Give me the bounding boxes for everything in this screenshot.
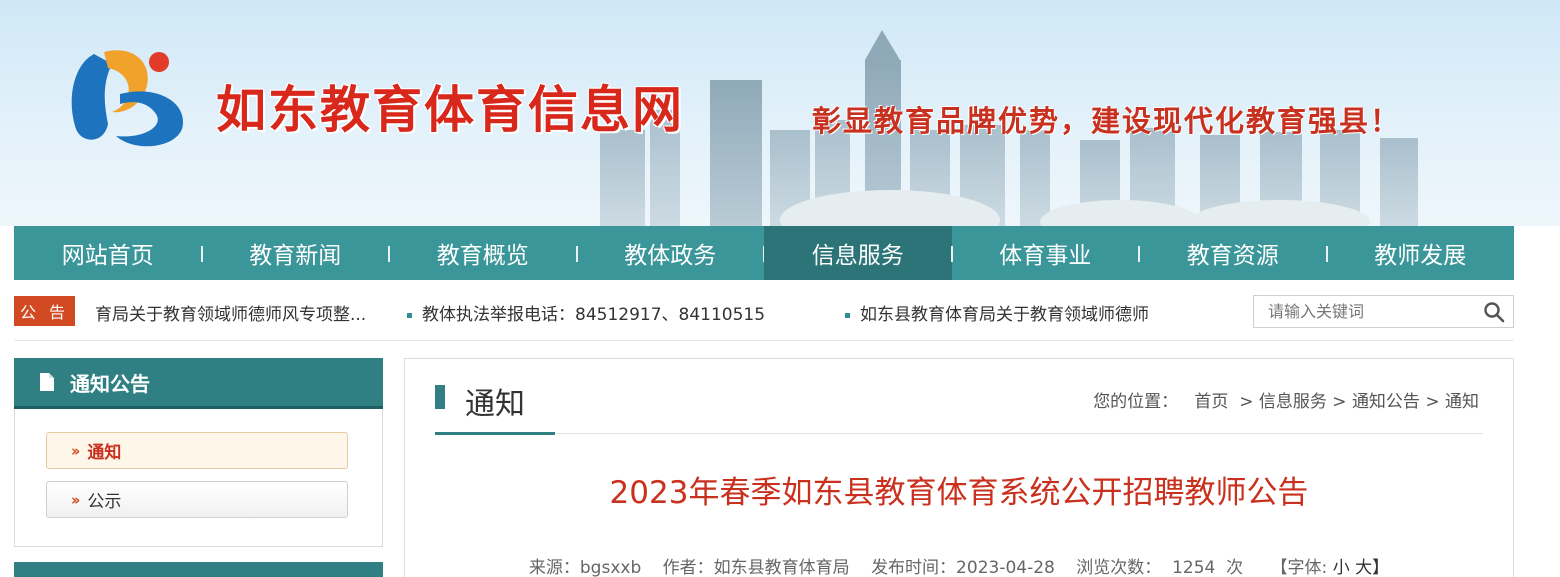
announcement-link[interactable]: 教体执法举报电话：84512917、84110515 <box>407 300 807 325</box>
header-banner: 如东教育体育信息网 彰显教育品牌优势，建设现代化教育强县！ <box>0 0 1560 226</box>
nav-item-government-affairs[interactable]: 教体政务 <box>577 226 765 280</box>
section-title: 通知 <box>465 387 525 422</box>
nav-item-label: 教师发展 <box>1374 243 1467 269</box>
nav-item-home[interactable]: 网站首页 <box>14 226 203 280</box>
font-small-button[interactable]: 小 <box>1333 558 1350 577</box>
font-large-button[interactable]: 大】 <box>1355 558 1389 577</box>
font-size-label: 【字体: <box>1270 558 1328 577</box>
article-title: 2023年春季如东县教育体育系统公开招聘教师公告 <box>609 475 1309 511</box>
breadcrumb-home[interactable]: 首页 <box>1194 392 1228 412</box>
nav-item-education-news[interactable]: 教育新闻 <box>202 226 390 280</box>
article-author: 作者：如东县教育体育局 <box>662 558 850 577</box>
sidebar-item-notice[interactable]: ›› 通知 <box>46 432 348 469</box>
sidebar-header: 通知公告 <box>14 358 383 409</box>
sidebar-second-header <box>14 562 383 577</box>
breadcrumb-current[interactable]: 通知 <box>1445 392 1479 412</box>
sidebar-title: 通知公告 <box>70 371 150 396</box>
bullet-icon <box>407 312 412 318</box>
nav-item-information-services[interactable]: 信息服务 <box>764 226 953 280</box>
article-source: 来源：bgsxxb <box>528 558 642 577</box>
section-divider <box>14 340 1514 341</box>
site-logo-icon <box>71 50 184 147</box>
breadcrumb-notices[interactable]: 通知公告 <box>1352 392 1420 412</box>
double-chevron-icon: ›› <box>71 441 81 460</box>
bullet-icon <box>845 312 850 318</box>
announcement-link-text: 育局关于教育领域师德师风专项整... <box>95 305 367 325</box>
nav-item-label: 教育资源 <box>1186 243 1279 269</box>
nav-item-education-overview[interactable]: 教育概览 <box>389 226 578 280</box>
breadcrumb-information-services[interactable]: 信息服务 <box>1259 392 1327 412</box>
announcement-link-text: 教体执法举报电话：84512917、84110515 <box>422 305 766 325</box>
nav-item-label: 信息服务 <box>811 243 904 269</box>
nav-item-label: 网站首页 <box>61 243 154 269</box>
nav-item-education-resources[interactable]: 教育资源 <box>1139 226 1328 280</box>
article-meta: 来源：bgsxxb 作者：如东县教育体育局 发布时间：2023-04-28 浏览… <box>405 553 1513 577</box>
double-chevron-icon: ›› <box>71 490 81 509</box>
announcement-bar: 公 告 育局关于教育领域师德师风专项整... 教体执法举报电话：84512917… <box>14 294 1514 330</box>
breadcrumb: 您的位置： 首页 > 信息服务 > 通知公告 > 通知 <box>1093 392 1479 412</box>
document-icon <box>40 373 54 391</box>
site-slogan: 彰显教育品牌优势，建设现代化教育强县！ <box>812 104 1402 138</box>
sidebar-item-public-notice[interactable]: ›› 公示 <box>46 481 348 518</box>
sidebar-item-label: 通知 <box>87 443 122 463</box>
announcement-link[interactable]: 如东县教育体育局关于教育领域师德师 <box>845 300 1171 325</box>
nav-item-label: 体育事业 <box>999 243 1092 269</box>
breadcrumb-prefix: 您的位置： <box>1093 392 1179 412</box>
nav-item-teacher-development[interactable]: 教师发展 <box>1327 226 1515 280</box>
article-publish-time: 发布时间：2023-04-28 <box>871 558 1055 577</box>
search-input[interactable] <box>1254 296 1474 327</box>
nav-item-sports[interactable]: 体育事业 <box>952 226 1140 280</box>
nav-item-label: 教育概览 <box>436 243 529 269</box>
search-icon[interactable] <box>1483 301 1505 323</box>
nav-item-label: 教育新闻 <box>249 243 342 269</box>
main-content-panel: 通知 您的位置： 首页 > 信息服务 > 通知公告 > 通知 2023年春季如东… <box>404 358 1514 577</box>
article-view-count: 浏览次数： 1254 次 <box>1076 558 1244 577</box>
sidebar-item-label: 公示 <box>87 492 122 512</box>
announcement-link-text: 如东县教育体育局关于教育领域师德师 <box>860 305 1149 325</box>
font-size-control: 【字体: 小 大】 <box>1271 558 1390 577</box>
title-accent-bar <box>435 385 445 409</box>
main-navigation: 网站首页 教育新闻 教育概览 教体政务 信息服务 体育事业 教育资源 教师发展 <box>14 226 1514 280</box>
site-title: 如东教育体育信息网 <box>216 80 684 139</box>
title-divider <box>435 433 1483 434</box>
title-divider-accent <box>435 432 555 435</box>
announcement-badge: 公 告 <box>14 296 75 326</box>
nav-item-label: 教体政务 <box>624 243 717 269</box>
sidebar-panel: 通知公告 ›› 通知 ›› 公示 <box>14 358 383 547</box>
announcement-link[interactable]: 育局关于教育领域师德师风专项整... <box>95 300 385 325</box>
search-box <box>1253 295 1514 328</box>
